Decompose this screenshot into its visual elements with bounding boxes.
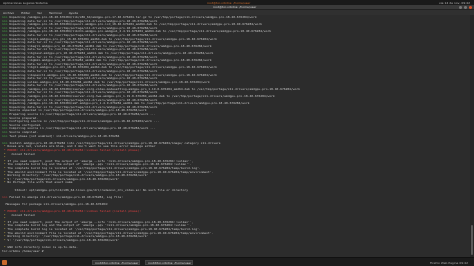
- menu-archivo[interactable]: Archivo: [3, 11, 14, 15]
- menu-terminal[interactable]: Terminal: [49, 11, 62, 15]
- app-launcher-icon[interactable]: [2, 260, 7, 265]
- terminal-line: tor-vrbdns /home/user #: [2, 249, 46, 253]
- terminal-scrollbar[interactable]: [470, 15, 474, 257]
- minimize-icon[interactable]: [459, 6, 462, 9]
- bottom-taskbar: root@tor-vrbdns: /home/user root@tor-vrb…: [0, 257, 474, 266]
- terminal-output[interactable]: >>> Unpacking /amdgpu-pro-18.40-676284/l…: [0, 15, 470, 257]
- menu-ayuda[interactable]: Ayuda: [69, 11, 78, 15]
- window-title: root@tor-vrbdns: /home/user: [213, 5, 257, 9]
- menu-ver[interactable]: Ver: [37, 11, 42, 15]
- scrollbar-thumb[interactable]: [471, 225, 473, 255]
- maximize-icon[interactable]: [464, 6, 467, 9]
- menu-editar[interactable]: Editar: [21, 11, 30, 15]
- taskbar-window-1[interactable]: root@tor-vrbdns: /home/user: [92, 260, 140, 265]
- system-tray[interactable]: Firefox Web Pagina 09:42: [430, 261, 468, 265]
- taskbar-window-2[interactable]: root@tor-vrbdns: /home/user: [145, 260, 193, 265]
- close-icon[interactable]: [469, 6, 472, 9]
